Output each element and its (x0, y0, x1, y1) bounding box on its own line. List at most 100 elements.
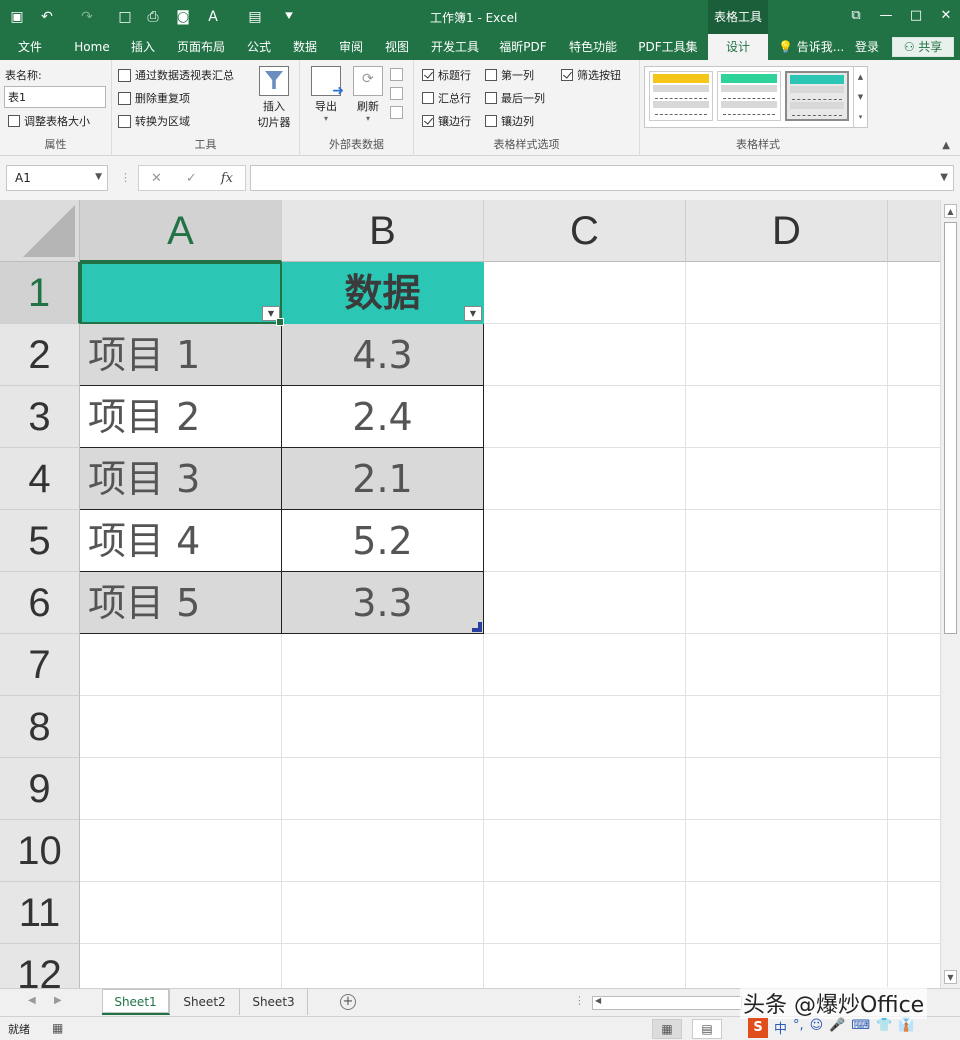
ime-icon[interactable]: 🎤 (829, 1018, 845, 1038)
ime-icon[interactable]: 👕 (876, 1018, 892, 1038)
function-icon[interactable]: fx (221, 171, 233, 186)
column-header[interactable] (888, 200, 940, 262)
column-header[interactable]: D (686, 200, 888, 262)
split-handle-icon[interactable]: ⋮ (574, 994, 585, 1007)
unlink-icon[interactable] (390, 106, 403, 119)
tab-7[interactable]: 视图 (378, 34, 416, 60)
table-cell[interactable]: 项目 5 (80, 572, 282, 634)
cell[interactable] (484, 386, 686, 448)
gallery-more-icon[interactable]: ▾ (854, 107, 867, 127)
cell[interactable] (484, 882, 686, 944)
share-button[interactable]: ⚇ 共享 (892, 37, 954, 57)
ribbon-display-icon[interactable]: ⧉ (844, 5, 868, 27)
login-link[interactable]: 登录 (855, 34, 879, 60)
tab-1[interactable]: Home (70, 34, 114, 60)
cell[interactable] (80, 758, 282, 820)
total-row-checkbox[interactable]: 汇总行 (422, 90, 471, 106)
cell[interactable] (80, 882, 282, 944)
cell[interactable] (282, 758, 484, 820)
cell[interactable] (484, 448, 686, 510)
row-header[interactable]: 6 (0, 572, 80, 634)
camera-icon[interactable]: ◙ (172, 6, 194, 28)
table-cell[interactable]: 3.3 (282, 572, 484, 634)
select-all-corner[interactable] (0, 200, 80, 262)
cell[interactable] (888, 510, 940, 572)
redo-icon[interactable]: ↷ (76, 6, 98, 28)
cell[interactable] (686, 882, 888, 944)
cell[interactable] (686, 758, 888, 820)
row-header[interactable]: 4 (0, 448, 80, 510)
normal-view-icon[interactable]: ▦ (652, 1019, 682, 1039)
cell[interactable] (282, 944, 484, 988)
next-sheet-icon[interactable]: ▶ (54, 995, 62, 1006)
macro-record-icon[interactable]: ▦ (52, 1021, 63, 1035)
header-row-checkbox[interactable]: 标题行 (422, 67, 471, 83)
last-column-checkbox[interactable]: 最后一列 (485, 90, 545, 106)
save-icon[interactable]: ▣ (6, 6, 28, 28)
ime-icon[interactable]: ⌨ (851, 1018, 870, 1038)
insert-slicer-button[interactable]: 插入 切片器 (252, 66, 296, 130)
table-header-cell[interactable]: 数据 (282, 262, 484, 324)
gallery-down-icon[interactable]: ▼ (854, 87, 867, 107)
cell[interactable] (686, 262, 888, 324)
cell[interactable] (686, 634, 888, 696)
cell[interactable] (686, 448, 888, 510)
cell[interactable] (686, 572, 888, 634)
tab-3[interactable]: 页面布局 (170, 34, 232, 60)
tab-12[interactable]: 设计 (708, 34, 768, 60)
horizontal-scrollbar[interactable]: ◀ (592, 996, 742, 1010)
table-cell[interactable]: 项目 1 (80, 324, 282, 386)
ime-icon[interactable]: 👔 (898, 1018, 914, 1038)
row-header[interactable]: 10 (0, 820, 80, 882)
sheet-tab[interactable]: Sheet3 (240, 989, 308, 1015)
row-header[interactable]: 9 (0, 758, 80, 820)
cell[interactable] (686, 820, 888, 882)
column-header[interactable]: B (282, 200, 484, 262)
table-style-swatch[interactable] (785, 71, 849, 121)
tab-10[interactable]: 特色功能 (562, 34, 624, 60)
customize-icon[interactable]: ⯆ (278, 6, 300, 28)
table-cell[interactable]: 2.1 (282, 448, 484, 510)
cell[interactable] (888, 634, 940, 696)
cell[interactable] (686, 944, 888, 988)
cell[interactable] (888, 448, 940, 510)
cell[interactable] (484, 944, 686, 988)
undo-icon[interactable]: ↶ (36, 6, 58, 28)
collapse-ribbon-icon[interactable]: ▲ (942, 140, 950, 151)
prev-sheet-icon[interactable]: ◀ (28, 995, 36, 1006)
table-cell[interactable]: 项目 2 (80, 386, 282, 448)
tab-6[interactable]: 审阅 (332, 34, 370, 60)
scrollbar-thumb[interactable] (944, 222, 957, 634)
export-button[interactable]: ➜ 导出 ▾ (306, 66, 346, 123)
add-sheet-icon[interactable]: + (340, 994, 356, 1010)
cell[interactable] (686, 324, 888, 386)
remove-duplicates-button[interactable]: 删除重复项 (118, 90, 190, 106)
minimize-icon[interactable]: — (874, 5, 898, 27)
properties-icon[interactable] (390, 68, 403, 81)
cell[interactable] (888, 758, 940, 820)
tab-5[interactable]: 数据 (286, 34, 324, 60)
table-style-swatch[interactable] (649, 71, 713, 121)
paste-icon[interactable]: ▤ (244, 6, 266, 28)
cell[interactable] (686, 386, 888, 448)
cell[interactable] (282, 820, 484, 882)
gallery-up-icon[interactable]: ▲ (854, 67, 867, 87)
cancel-icon[interactable]: ✕ (151, 171, 162, 186)
name-box[interactable]: A1 ▼ (6, 165, 108, 191)
drag-handle-icon[interactable]: ⋮ (120, 171, 131, 184)
cell[interactable] (888, 262, 940, 324)
table-header-cell[interactable] (80, 262, 282, 324)
pivot-summary-button[interactable]: 通过数据透视表汇总 (118, 67, 234, 83)
table-cell[interactable]: 5.2 (282, 510, 484, 572)
cell[interactable] (80, 944, 282, 988)
tab-2[interactable]: 插入 (122, 34, 164, 60)
row-header[interactable]: 8 (0, 696, 80, 758)
tab-8[interactable]: 开发工具 (424, 34, 486, 60)
cell[interactable] (888, 696, 940, 758)
ime-icon[interactable]: 中 (774, 1018, 787, 1038)
row-header[interactable]: 3 (0, 386, 80, 448)
banded-columns-checkbox[interactable]: 镶边列 (485, 113, 534, 129)
banded-rows-checkbox[interactable]: 镶边行 (422, 113, 471, 129)
scroll-down-icon[interactable]: ▼ (944, 970, 957, 984)
cell[interactable] (888, 882, 940, 944)
